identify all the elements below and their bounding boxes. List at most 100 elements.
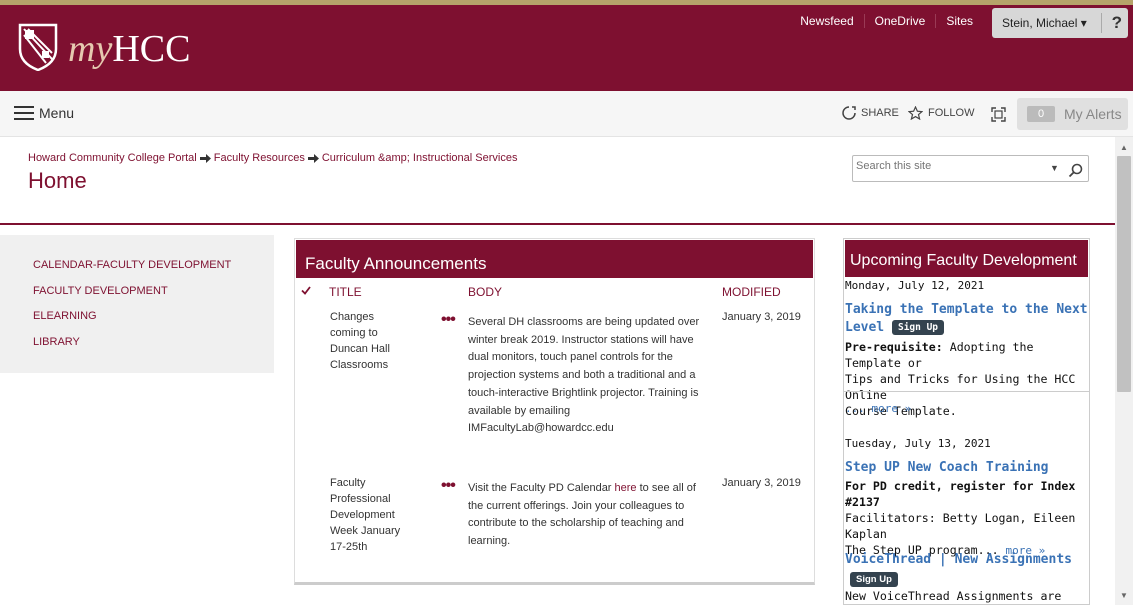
column-header-modified[interactable]: MODIFIED xyxy=(722,285,781,299)
body-text: Visit the Faculty PD Calendar xyxy=(468,482,615,494)
title-line: Development xyxy=(330,509,395,521)
page-scrollbar[interactable]: ▲ ▼ xyxy=(1115,137,1133,605)
event-title-link[interactable]: Step UP New Coach Training xyxy=(845,459,1089,477)
scrollbar-thumb[interactable] xyxy=(1117,156,1131,392)
nav-item-calendar-faculty-development[interactable]: CALENDAR-FACULTY DEVELOPMENT xyxy=(33,259,231,271)
follow-button[interactable]: FOLLOW xyxy=(908,106,974,120)
nav-item-faculty-development[interactable]: FACULTY DEVELOPMENT xyxy=(33,285,168,297)
menu-button[interactable]: Menu xyxy=(14,105,74,121)
event-text: New VoiceThread Assignments are here! If xyxy=(845,589,1062,603)
follow-label: FOLLOW xyxy=(928,107,975,119)
hcc-shield-logo[interactable] xyxy=(18,23,58,71)
announcement-modified-cell: January 3, 2019 xyxy=(722,311,801,323)
event-date: Tuesday, July 13, 2021 xyxy=(845,437,991,450)
upcoming-faculty-development-webpart: Upcoming Faculty Development Monday, Jul… xyxy=(843,238,1090,605)
announcement-title-cell[interactable]: Faculty Professional Development Week Ja… xyxy=(330,475,400,555)
title-line: Professional xyxy=(330,493,391,505)
breadcrumb-portal[interactable]: Howard Community College Portal xyxy=(28,152,197,164)
header-divider xyxy=(0,223,1115,225)
event-separator xyxy=(844,391,1089,392)
sites-link[interactable]: Sites xyxy=(935,14,983,28)
star-icon xyxy=(908,106,923,120)
announcements-title[interactable]: Faculty Announcements xyxy=(305,254,486,274)
title-line: Duncan Hall xyxy=(330,343,390,355)
search-input[interactable] xyxy=(856,160,1041,172)
event-title-line: Taking the Template to the Next xyxy=(845,302,1088,317)
share-icon xyxy=(842,106,856,120)
sign-up-button[interactable]: Sign Up xyxy=(891,320,945,335)
breadcrumb: Howard Community College Portal Faculty … xyxy=(28,152,517,164)
announcement-title-cell[interactable]: Changes coming to Duncan Hall Classrooms xyxy=(330,309,390,373)
body-line: touch-interactive Brightlink projector. … xyxy=(468,386,699,399)
user-menu-box: Stein, Michael ▾ ? xyxy=(992,8,1128,38)
nav-item-elearning[interactable]: ELEARNING xyxy=(33,310,97,322)
share-button[interactable]: SHARE xyxy=(842,106,899,120)
event-title-link[interactable]: VoiceThread | New Assignments xyxy=(845,551,1089,569)
onedrive-link[interactable]: OneDrive xyxy=(863,14,936,28)
body-line: the current offerings. Join your colleag… xyxy=(468,499,685,512)
newsfeed-link[interactable]: Newsfeed xyxy=(790,14,863,28)
search-icon[interactable] xyxy=(1068,162,1084,178)
announcement-modified-cell: January 3, 2019 xyxy=(722,477,801,489)
scroll-up-arrow-icon[interactable]: ▲ xyxy=(1120,143,1128,152)
prerequisite-label: Pre-requisite: xyxy=(845,340,943,354)
help-button[interactable]: ? xyxy=(1100,13,1122,33)
more-link[interactable]: ... more » xyxy=(845,401,1089,417)
column-header-title[interactable]: TITLE xyxy=(329,285,362,299)
event-title-link[interactable]: Taking the Template to the Next Level Si… xyxy=(845,301,1089,337)
scroll-down-arrow-icon[interactable]: ▼ xyxy=(1120,591,1128,600)
breadcrumb-curriculum[interactable]: Curriculum &amp; Instructional Services xyxy=(322,152,518,164)
user-menu-button[interactable]: Stein, Michael ▾ xyxy=(1002,16,1087,30)
event-text: Tips and Tricks for Using the HCC Online xyxy=(845,372,1076,402)
more-options-icon[interactable]: ••• xyxy=(441,312,456,328)
announcement-body-cell: Several DH classrooms are being updated … xyxy=(468,314,711,438)
event-text: #2137 xyxy=(845,495,880,509)
menu-label: Menu xyxy=(39,105,75,121)
body-line: contribute to the scholarship of teachin… xyxy=(468,517,684,530)
more-options-icon[interactable]: ••• xyxy=(441,478,456,494)
announcement-body-cell: Visit the Faculty PD Calendar here to se… xyxy=(468,480,711,551)
upcoming-header: Upcoming Faculty Development xyxy=(845,240,1088,277)
checkmark-icon[interactable] xyxy=(301,286,311,295)
site-logo[interactable]: myHCC xyxy=(68,27,190,71)
body-line: available by emailing xyxy=(468,404,571,417)
body-line: winter break 2019. Instructor stations w… xyxy=(468,333,694,346)
site-header: myHCC Newsfeed OneDrive Sites Stein, Mic… xyxy=(0,5,1133,91)
hamburger-icon xyxy=(14,106,34,120)
alerts-label: My Alerts xyxy=(1064,106,1122,122)
event-text: For PD credit, register for Index xyxy=(845,479,1076,493)
event-title-line: Level xyxy=(845,320,885,335)
sign-up-button[interactable]: Sign Up xyxy=(850,572,898,588)
upcoming-title[interactable]: Upcoming Faculty Development xyxy=(850,252,1077,270)
arrow-right-icon xyxy=(307,153,319,163)
pd-calendar-link[interactable]: here xyxy=(615,482,637,494)
title-line: coming to xyxy=(330,327,378,339)
title-line: Changes xyxy=(330,311,375,323)
site-search: ▼ xyxy=(852,155,1089,182)
alert-count-badge: 0 xyxy=(1027,106,1055,122)
body-line: Visit the Faculty PD Calendar here to se… xyxy=(468,480,711,498)
faculty-announcements-webpart: Faculty Announcements TITLE BODY MODIFIE… xyxy=(294,238,815,585)
body-line: IMFacultyLab@howardcc.edu xyxy=(468,422,614,435)
arrow-right-icon xyxy=(199,153,211,163)
search-scope-dropdown-icon[interactable]: ▼ xyxy=(1050,163,1059,173)
title-line: Faculty xyxy=(330,477,366,489)
event-description: For PD credit, register for Index #2137 … xyxy=(845,478,1089,559)
share-label: SHARE xyxy=(861,107,899,119)
suite-bar: Menu SHARE FOLLOW 0 My Alerts xyxy=(0,91,1133,137)
announcements-header: Faculty Announcements xyxy=(296,240,813,278)
nav-item-library[interactable]: LIBRARY xyxy=(33,336,80,348)
body-line: projection systems and both a traditiona… xyxy=(468,369,696,382)
logo-prefix: my xyxy=(68,28,113,70)
breadcrumb-faculty-resources[interactable]: Faculty Resources xyxy=(214,152,305,164)
page-title: Home xyxy=(28,168,87,193)
title-line: 17-25th xyxy=(330,541,368,553)
left-navigation: CALENDAR-FACULTY DEVELOPMENT FACULTY DEV… xyxy=(0,235,274,373)
focus-mode-icon[interactable] xyxy=(991,107,1006,122)
body-line: learning. xyxy=(468,535,511,548)
my-alerts-button[interactable]: 0 My Alerts xyxy=(1017,98,1128,130)
top-links: Newsfeed OneDrive Sites xyxy=(790,14,983,28)
event-text: Facilitators: Betty Logan, Eileen Kaplan xyxy=(845,511,1076,541)
column-header-body[interactable]: BODY xyxy=(468,285,502,299)
body-text: to see all of xyxy=(636,482,696,494)
